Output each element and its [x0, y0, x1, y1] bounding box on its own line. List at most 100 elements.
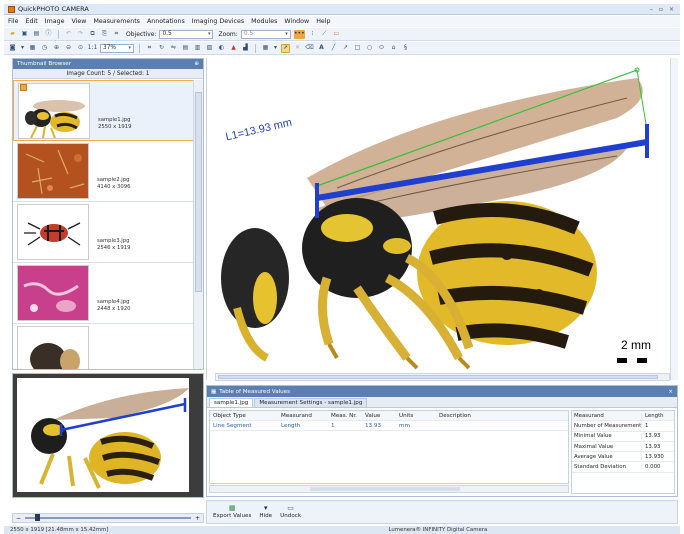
menu-help[interactable]: Help [316, 18, 330, 25]
zoom-in-icon[interactable]: ⊕ [52, 44, 61, 53]
status-bar: 2550 x 1919 [21.48mm x 15.42mm] Lumenera… [4, 526, 680, 534]
measurement-table-icon[interactable]: ▦ [261, 44, 270, 53]
menu-window[interactable]: Window [284, 18, 309, 25]
contrast-icon[interactable]: ◐ [217, 44, 226, 53]
delete-icon[interactable]: ✕ [293, 44, 302, 53]
objective-select[interactable]: 0.5 ▾ [159, 29, 214, 39]
menu-view[interactable]: View [71, 18, 86, 25]
table-header-row: Object Type Measurand Meas. Nr. Value Un… [210, 411, 568, 421]
thumbnail-browser: Thumbnail Browser ⊕ Image Count: 5 / Sel… [12, 58, 204, 370]
menu-measurements[interactable]: Measurements [93, 18, 140, 25]
zoom-select[interactable]: 0.5 ▾ [240, 29, 291, 39]
zoom-percent-select[interactable]: 37% ▾ [100, 43, 134, 53]
text-tool-icon[interactable]: A [317, 44, 326, 53]
main-image-horizontal-scrollbar[interactable] [215, 373, 670, 381]
undock-button[interactable]: ▭ Undock [280, 504, 301, 519]
zoom-out-icon[interactable]: ⊖ [64, 44, 73, 53]
live-view-icon[interactable]: ▦ [28, 44, 37, 53]
camera-icon[interactable]: ◙ [8, 44, 17, 53]
open-folder-icon[interactable]: ▰ [8, 30, 17, 39]
thumbnail-item[interactable] [13, 324, 194, 369]
zoom-slider-handle[interactable] [35, 514, 41, 521]
scrollbar-thumb[interactable] [195, 92, 202, 292]
table-row[interactable]: Line Segment Length 1 13.93 mm [210, 421, 568, 431]
crop-icon[interactable]: ⌗ [112, 30, 121, 39]
chevron-down-icon[interactable]: ▾ [20, 44, 25, 53]
more-options-icon[interactable]: ••• [293, 29, 305, 39]
zoom-1to1-icon[interactable]: 1:1 [88, 44, 98, 53]
thumbnail-image-wasp [18, 82, 90, 139]
scrollbar-thumb[interactable] [218, 375, 658, 379]
measure-tool-icon[interactable]: ⟋ [320, 30, 329, 39]
arrow-tool-icon[interactable]: ↗ [341, 44, 350, 53]
scrollbar-thumb[interactable] [310, 487, 460, 491]
menu-file[interactable]: File [8, 18, 19, 25]
main-image-view[interactable]: L1=13.93 mm 2 mm [206, 58, 678, 380]
eraser-icon[interactable]: ⌫ [305, 44, 314, 53]
maximize-button[interactable]: ▫ [659, 6, 663, 13]
zoom-fit-icon[interactable]: ⊙ [76, 44, 85, 53]
line-tool-icon[interactable]: ╱ [329, 44, 338, 53]
minimize-button[interactable]: – [650, 6, 653, 13]
callout-tool-icon[interactable]: ⌂ [389, 44, 398, 53]
copy-icon[interactable]: ⧉ [88, 30, 97, 39]
column-header[interactable]: Object Type [210, 413, 278, 419]
undock-label: Undock [280, 513, 302, 519]
menu-edit[interactable]: Edit [26, 18, 38, 25]
redo-icon[interactable]: ↷ [76, 30, 85, 39]
info-icon[interactable]: ⓘ [44, 30, 53, 39]
column-header[interactable]: Measurand [278, 413, 328, 419]
window-icon[interactable]: ▭ [332, 30, 341, 39]
undo-icon[interactable]: ↶ [64, 30, 73, 39]
menu-annotations[interactable]: Annotations [147, 18, 185, 25]
flip-icon[interactable]: ⇋ [169, 44, 178, 53]
calibration-icon[interactable]: ⁝ [308, 30, 317, 39]
thumbnail-item[interactable]: sample1.jpg 2550 x 1919 [13, 80, 194, 141]
menu-imaging-devices[interactable]: Imaging Devices [192, 18, 244, 25]
ellipse-tool-icon[interactable]: ⬭ [377, 44, 386, 53]
crop-tool-icon[interactable]: ⌗ [145, 44, 154, 53]
menu-image[interactable]: Image [45, 18, 65, 25]
zoom-minus-button[interactable]: − [16, 515, 21, 522]
resize-icon[interactable]: ▤ [181, 44, 190, 53]
chevron-down-icon[interactable]: ▾ [273, 44, 278, 53]
circle-tool-icon[interactable]: ○ [365, 44, 374, 53]
rectangle-tool-icon[interactable]: □ [353, 44, 362, 53]
layers-icon[interactable]: ▧ [205, 44, 214, 53]
thumbnail-item[interactable]: sample2.jpg 4140 x 3096 [13, 141, 194, 202]
main-image-vertical-scrollbar[interactable] [670, 58, 678, 380]
save-icon[interactable]: ▣ [20, 30, 29, 39]
thumbnail-item[interactable]: sample4.jpg 2448 x 1920 [13, 263, 194, 324]
export-values-button[interactable]: ▦ Export Values [213, 504, 251, 519]
zoom-plus-button[interactable]: + [195, 515, 200, 522]
tab-sample1[interactable]: sample1.jpg [209, 398, 254, 407]
timer-icon[interactable]: ◷ [40, 44, 49, 53]
cell-measurand: Length [281, 422, 301, 429]
zoom-slider[interactable] [25, 514, 191, 521]
pointer-icon[interactable]: ➚ [281, 43, 290, 53]
close-button[interactable]: × [669, 6, 674, 13]
pin-icon[interactable]: ⊕ [194, 61, 199, 67]
column-header[interactable]: Value [362, 413, 396, 419]
filter-icon[interactable]: ▥ [193, 44, 202, 53]
column-header[interactable]: Units [396, 413, 436, 419]
curve-tool-icon[interactable]: § [401, 44, 410, 53]
chevron-down-icon: ▾ [285, 31, 288, 37]
image-preview[interactable] [12, 373, 204, 498]
close-icon[interactable]: × [668, 389, 673, 395]
rotate-icon[interactable]: ↻ [157, 44, 166, 53]
table-horizontal-scrollbar[interactable] [209, 485, 569, 493]
stats-key: Maximal Value [572, 443, 642, 450]
column-header[interactable]: Description [436, 413, 566, 419]
paste-icon[interactable]: ⎘ [100, 30, 109, 39]
thumbnail-item[interactable]: sample3.jpg 2546 x 1919 [13, 202, 194, 263]
hide-button[interactable]: ▾ Hide [259, 504, 272, 519]
export-icon: ▦ [228, 503, 236, 512]
print-icon[interactable]: ▤ [32, 30, 41, 39]
tab-measurement-settings[interactable]: Measurement Settings - sample1.jpg [254, 398, 368, 407]
color-icon[interactable]: ▲ [229, 44, 238, 53]
menu-modules[interactable]: Modules [251, 18, 277, 25]
column-header[interactable]: Meas. Nr. [328, 413, 362, 419]
thumbnail-scrollbar[interactable] [193, 80, 203, 369]
histogram-icon[interactable]: ▟ [241, 44, 250, 53]
